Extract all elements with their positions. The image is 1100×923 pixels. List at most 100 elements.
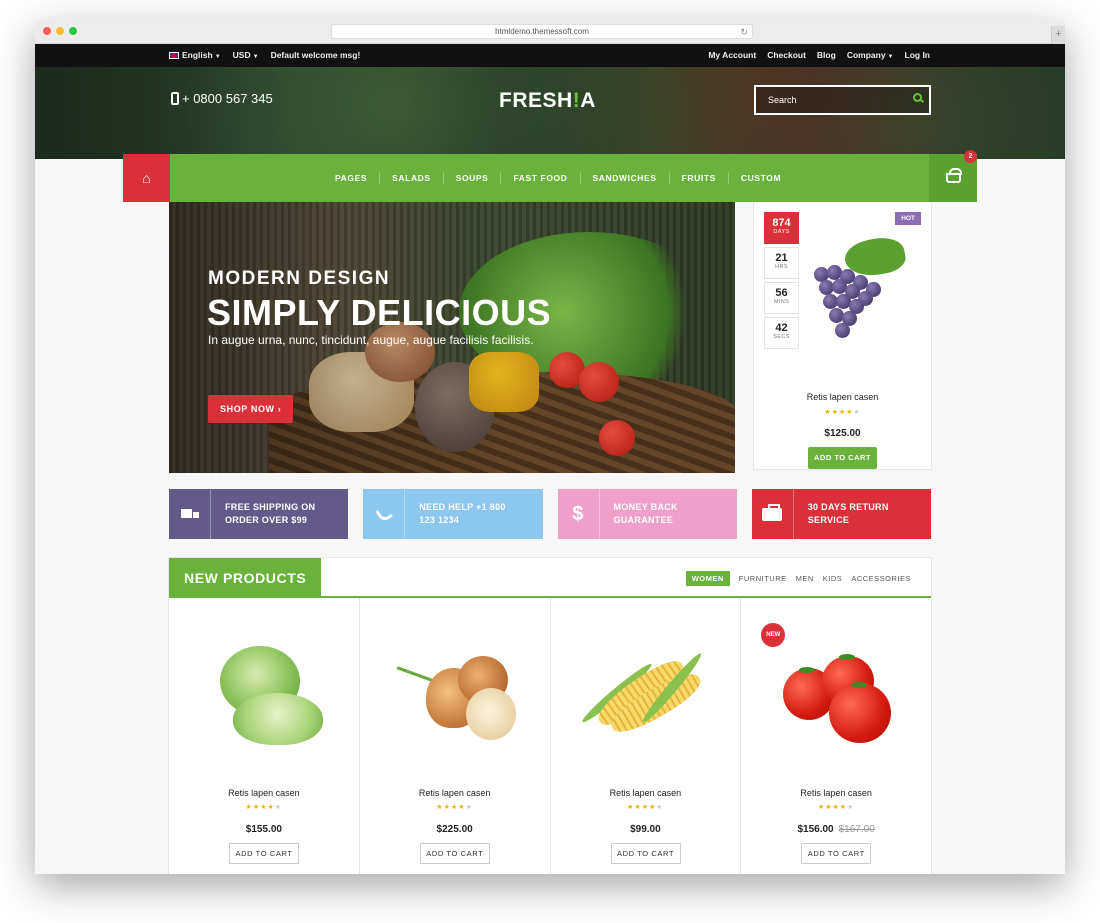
hot-badge: HOT — [895, 212, 921, 225]
add-to-cart-button[interactable]: ADD TO CART — [801, 843, 872, 864]
product-name[interactable]: Retis lapen casen — [360, 788, 550, 798]
reload-icon[interactable]: ↻ — [740, 25, 748, 39]
nav-item-fruits[interactable]: FRUITS — [670, 172, 729, 184]
blog-link[interactable]: Blog — [817, 44, 836, 69]
add-to-cart-button[interactable]: ADD TO CART — [229, 843, 299, 864]
address-bar[interactable]: htmldemo.themessoft.com ↻ — [331, 24, 753, 39]
star-empty-icon: ★ — [853, 409, 861, 416]
tab-men[interactable]: MEN — [796, 574, 814, 583]
product-price: $156.00 $167.00 — [741, 824, 931, 835]
product-card[interactable]: Retis lapen casen ★★★★★ $155.00 ADD TO C… — [169, 598, 360, 874]
deal-product-name[interactable]: Retis lapen casen — [754, 392, 931, 402]
price-old: $167.00 — [838, 824, 875, 835]
grape — [835, 323, 850, 338]
product-price: $155.00 — [169, 824, 359, 835]
top-bar: English ▼ USD ▼ Default welcome msg! My Ac… — [35, 44, 1065, 67]
countdown-value: 874 — [772, 217, 791, 229]
tab-accessories[interactable]: ACCESSORIES — [851, 574, 911, 583]
deal-price: $125.00 — [824, 428, 861, 439]
nav-item-fast-food[interactable]: FAST FOOD — [501, 172, 581, 184]
search-box — [754, 85, 931, 115]
feature-text: FREE SHIPPING ON ORDER OVER $99 — [225, 501, 315, 527]
maximize-window-button[interactable] — [69, 27, 77, 35]
nav-item-pages[interactable]: PAGES — [323, 172, 381, 184]
feature-icon-wrap: $ — [558, 489, 600, 539]
phone-number: + 0800 567 345 — [171, 91, 273, 106]
grapes-image — [809, 234, 908, 339]
new-tab-button[interactable]: + — [1051, 26, 1065, 44]
corn-image[interactable] — [578, 638, 706, 748]
add-to-cart-button[interactable]: ADD TO CART — [419, 843, 490, 864]
product-card[interactable]: NEW Retis lapen casen ★★★★★ $156.00 $167.… — [741, 598, 931, 874]
category-tabs: WOMEN FURNITURE MEN KIDS ACCESSORIES — [685, 571, 911, 586]
feature-return-service[interactable]: 30 DAYS RETURN SERVICE — [751, 489, 931, 539]
countdown-unit: MINS — [773, 299, 790, 305]
feature-text: NEED HELP +1 800 123 1234 — [419, 501, 505, 527]
star-icon: ★★★★ — [436, 804, 466, 811]
deal-add-to-cart-button[interactable]: ADD TO CART — [808, 447, 877, 469]
company-label: Company — [846, 50, 886, 60]
new-products-section: NEW PRODUCTS WOMEN FURNITURE MEN KIDS AC… — [169, 558, 931, 874]
search-input[interactable] — [756, 87, 906, 113]
onion-half — [465, 688, 516, 740]
feature-icon-wrap — [363, 489, 406, 539]
feature-line: GUARANTEE — [613, 515, 674, 525]
onion-image[interactable] — [396, 638, 516, 748]
price-current: $99.00 — [630, 824, 661, 835]
feature-icon-wrap — [752, 489, 794, 539]
rating-stars: ★★★★★ — [551, 803, 741, 811]
shop-now-button[interactable]: SHOP NOW › — [208, 395, 294, 423]
deal-of-the-day-card[interactable]: HOT 874 DAYS 21 HRS 56 MINS 42 SECS Reti… — [754, 202, 931, 469]
feature-free-shipping[interactable]: FREE SHIPPING ON ORDER OVER $99 — [169, 489, 349, 539]
product-card[interactable]: Retis lapen casen ★★★★★ $99.00 ADD TO CA… — [551, 598, 742, 874]
language-selector[interactable]: English ▼ — [169, 44, 221, 69]
currency-selector[interactable]: USD ▼ — [233, 44, 259, 69]
tab-women[interactable]: WOMEN — [685, 571, 730, 586]
chevron-down-icon: ▼ — [252, 54, 259, 60]
mobile-phone-icon — [171, 92, 179, 105]
browser-chrome: htmldemo.themessoft.com ↻ + — [35, 20, 1065, 44]
feature-line: SERVICE — [807, 515, 850, 525]
chevron-down-icon: ▼ — [887, 54, 894, 60]
search-icon[interactable] — [913, 93, 922, 102]
add-to-cart-button[interactable]: ADD TO CART — [610, 843, 681, 864]
home-icon: ⌂ — [142, 170, 151, 186]
tomato-image[interactable] — [777, 638, 895, 748]
product-name[interactable]: Retis lapen casen — [741, 788, 931, 798]
product-name[interactable]: Retis lapen casen — [551, 788, 741, 798]
feature-line: FREE SHIPPING ON — [225, 502, 316, 512]
company-menu[interactable]: Company ▼ — [847, 44, 894, 69]
product-card[interactable]: Retis lapen casen ★★★★★ $225.00 ADD TO C… — [360, 598, 551, 874]
nav-item-soups[interactable]: SOUPS — [444, 172, 502, 184]
close-window-button[interactable] — [43, 27, 51, 35]
hero-title: SIMPLY DELICIOUS — [207, 292, 552, 333]
feature-text: MONEY BACK GUARANTEE — [614, 501, 678, 527]
welcome-message: Default welcome msg! — [270, 50, 361, 60]
minimize-window-button[interactable] — [56, 27, 64, 35]
star-empty-icon: ★ — [656, 804, 664, 811]
home-button[interactable]: ⌂ — [123, 154, 170, 202]
price-current: $225.00 — [436, 824, 473, 835]
login-link[interactable]: Log In — [905, 44, 931, 69]
nav-item-custom[interactable]: CUSTOM — [729, 172, 793, 184]
uk-flag-icon — [169, 52, 179, 60]
price-current: $155.00 — [245, 824, 282, 835]
feature-line: MONEY BACK — [613, 502, 678, 512]
basket-icon — [945, 168, 962, 183]
my-account-link[interactable]: My Account — [708, 44, 756, 69]
checkout-link[interactable]: Checkout — [767, 44, 806, 69]
countdown-value: 42 — [775, 322, 788, 334]
star-empty-icon: ★ — [465, 804, 473, 811]
nav-item-sandwiches[interactable]: SANDWICHES — [581, 172, 670, 184]
product-name[interactable]: Retis lapen casen — [169, 788, 359, 798]
nav-item-salads[interactable]: SALADS — [380, 172, 444, 184]
star-icon: ★★★★ — [627, 804, 657, 811]
tab-furniture[interactable]: FURNITURE — [739, 574, 787, 583]
hero-description: In augue urna, nunc, tincidunt, augue, a… — [208, 333, 534, 347]
feature-need-help[interactable]: NEED HELP +1 800 123 1234 — [363, 489, 543, 539]
feature-money-back[interactable]: $ MONEY BACK GUARANTEE — [557, 489, 737, 539]
onion-stem — [396, 666, 436, 683]
cabbage-image[interactable] — [205, 638, 323, 748]
site-logo[interactable]: FRESHǃA — [499, 89, 596, 113]
tab-kids[interactable]: KIDS — [823, 574, 843, 583]
